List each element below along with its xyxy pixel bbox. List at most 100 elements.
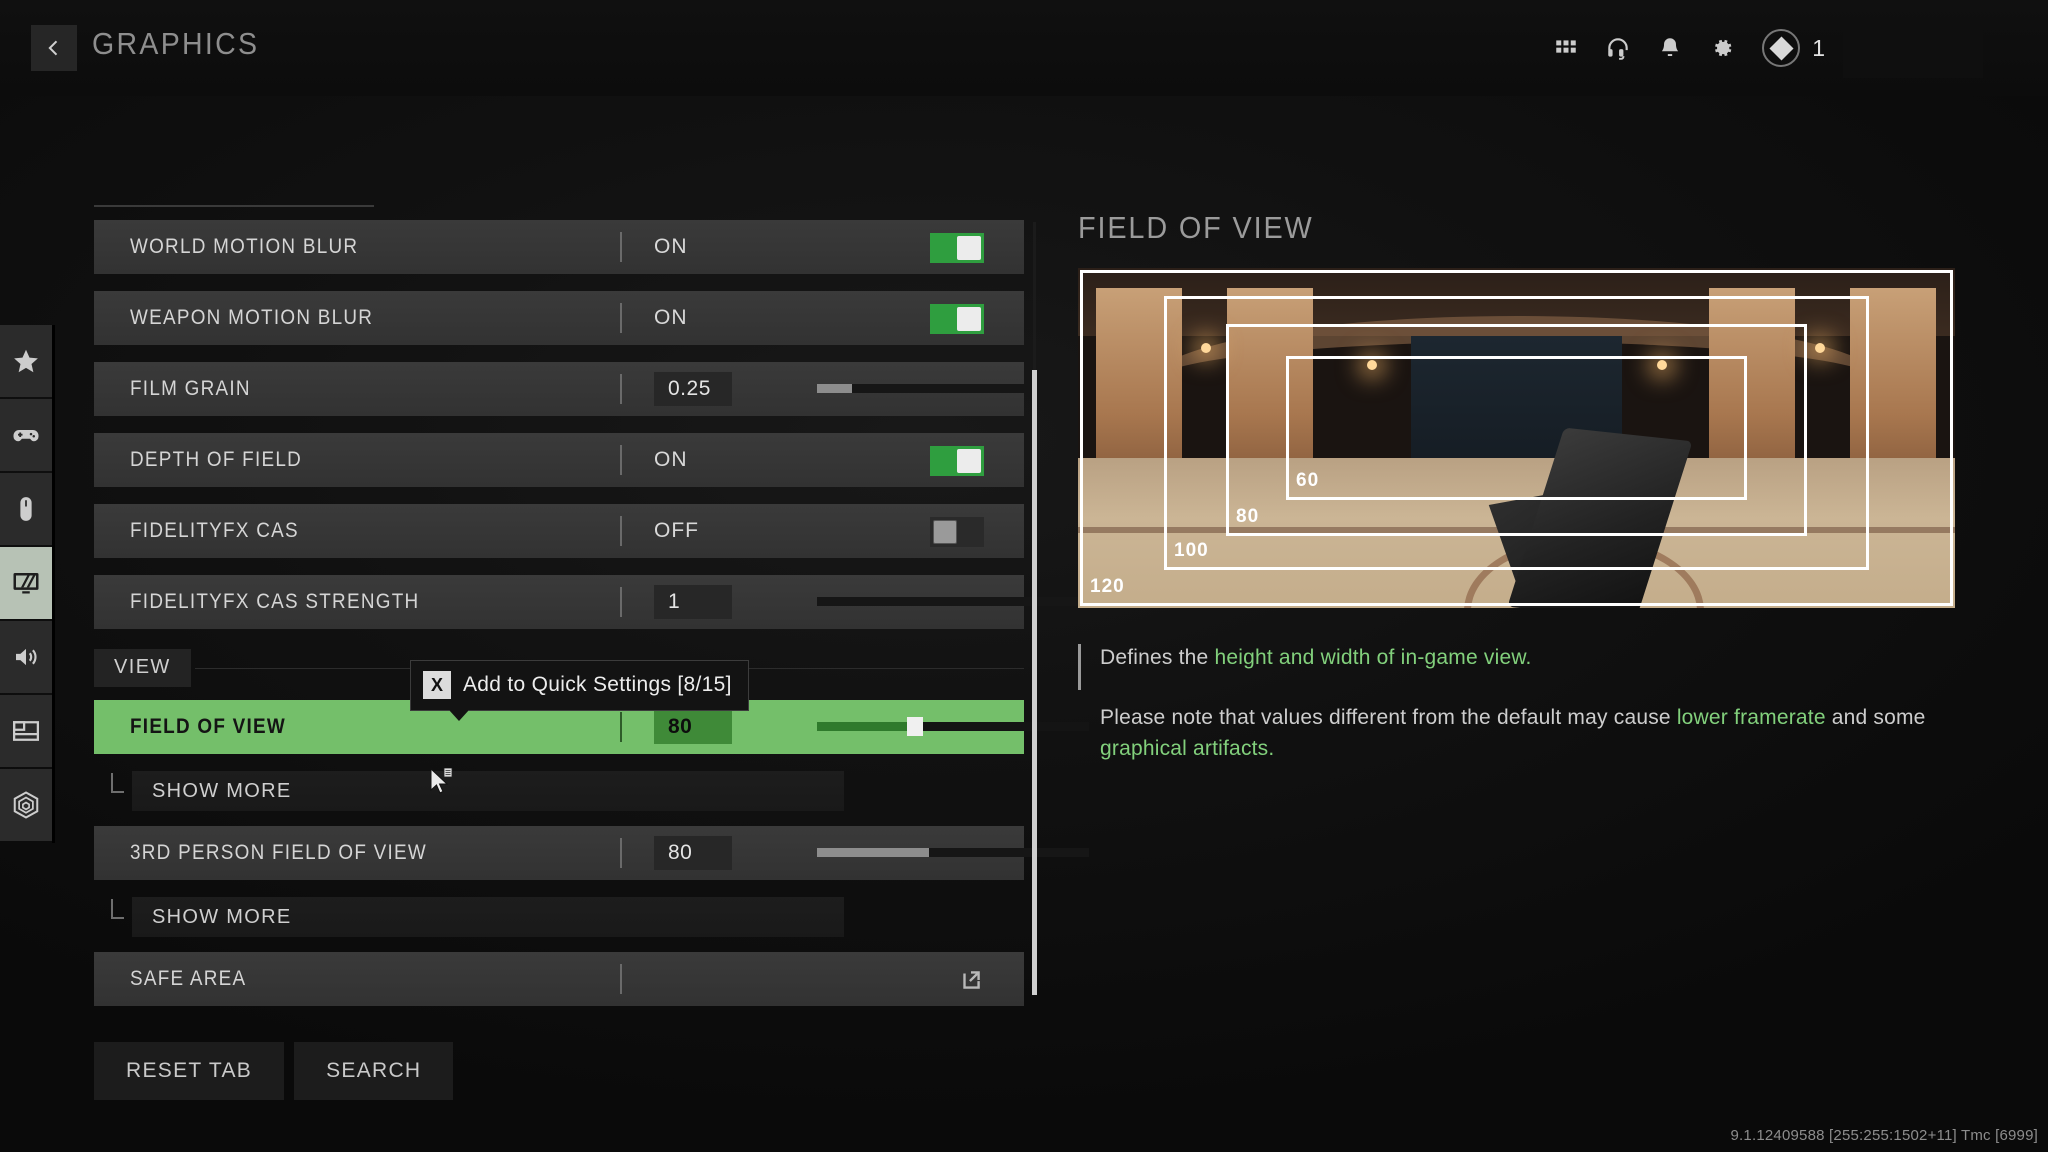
chevron-left-icon bbox=[48, 40, 58, 56]
radar-icon bbox=[13, 791, 39, 819]
gear-icon[interactable] bbox=[1696, 18, 1748, 78]
top-bar: GRAPHICS 1 bbox=[0, 0, 2048, 96]
sidebar-item-interface[interactable] bbox=[0, 695, 52, 767]
row-divider bbox=[620, 303, 622, 333]
sidebar-item-audio[interactable] bbox=[0, 621, 52, 693]
sidebar-item-mouse[interactable] bbox=[0, 473, 52, 545]
key-badge-x: X bbox=[423, 671, 451, 699]
diamond-icon bbox=[1762, 29, 1801, 67]
top-icon-group: 1 bbox=[1540, 18, 1983, 78]
sidebar-edge bbox=[52, 325, 55, 843]
scrollbar-thumb[interactable] bbox=[1032, 370, 1037, 995]
show-more-field-of-view[interactable]: SHOW MORE bbox=[94, 771, 1024, 811]
layout-icon bbox=[13, 721, 39, 741]
tree-elbow-icon bbox=[111, 773, 124, 793]
detail-description: Defines the height and width of in-game … bbox=[1078, 642, 1988, 765]
back-button[interactable] bbox=[31, 25, 77, 71]
tree-elbow-icon bbox=[111, 899, 124, 919]
slider-fidelityfx-cas-strength[interactable] bbox=[817, 597, 1089, 606]
external-link-icon[interactable] bbox=[958, 967, 984, 993]
build-version-text: 9.1.12409588 [255:255:1502+11] Tmc [6999… bbox=[1730, 1127, 2038, 1144]
fov-frame-60: 60 bbox=[1286, 356, 1747, 500]
description-accent-bar bbox=[1078, 644, 1081, 690]
setting-row-weapon-motion-blur[interactable]: WEAPON MOTION BLUR ON bbox=[94, 291, 1024, 345]
setting-row-fidelityfx-cas-strength[interactable]: FIDELITYFX CAS STRENGTH 1 bbox=[94, 575, 1089, 629]
setting-row-depth-of-field[interactable]: DEPTH OF FIELD ON bbox=[94, 433, 1024, 487]
setting-row-fidelityfx-cas[interactable]: FIDELITYFX CAS OFF bbox=[94, 504, 1024, 558]
setting-value: OFF bbox=[654, 519, 699, 542]
bell-icon[interactable] bbox=[1644, 18, 1696, 78]
row-divider bbox=[620, 516, 622, 546]
search-button[interactable]: SEARCH bbox=[294, 1042, 454, 1100]
game-settings-screen: GRAPHICS 1 WORLD MOTION BLUR ON WEAPON M… bbox=[0, 0, 2048, 1152]
fov-label-60: 60 bbox=[1296, 470, 1320, 491]
show-more-3rd-person[interactable]: SHOW MORE bbox=[94, 897, 1024, 937]
setting-value-box[interactable]: 0.25 bbox=[654, 372, 732, 406]
setting-label: FIDELITYFX CAS STRENGTH bbox=[130, 590, 420, 613]
setting-row-3rd-person-field-of-view[interactable]: 3RD PERSON FIELD OF VIEW 80 bbox=[94, 826, 1089, 880]
setting-value-box[interactable]: 1 bbox=[654, 585, 732, 619]
fov-label-100: 100 bbox=[1174, 540, 1209, 561]
row-divider bbox=[620, 587, 622, 617]
sidebar-item-controller[interactable] bbox=[0, 399, 52, 471]
desc-1-highlight: height and width of in-game view. bbox=[1214, 646, 1532, 669]
detail-title: FIELD OF VIEW bbox=[1078, 210, 1314, 245]
list-top-divider bbox=[94, 205, 374, 207]
toggle-depth-of-field[interactable] bbox=[930, 446, 984, 476]
currency-indicator[interactable]: 1 bbox=[1762, 29, 1825, 67]
headset-icon[interactable] bbox=[1592, 18, 1644, 78]
setting-value: ON bbox=[654, 448, 688, 471]
sidebar-item-favorites[interactable] bbox=[0, 325, 52, 397]
desc-2-plain-b: and some bbox=[1825, 705, 1926, 729]
setting-label: FIELD OF VIEW bbox=[130, 715, 287, 738]
toggle-world-motion-blur[interactable] bbox=[930, 233, 984, 263]
desc-2-plain-a: Please note that values different from t… bbox=[1100, 705, 1677, 729]
monitor-icon bbox=[13, 573, 39, 594]
grid-icon[interactable] bbox=[1540, 18, 1592, 78]
setting-label: DEPTH OF FIELD bbox=[130, 448, 303, 471]
speaker-icon bbox=[16, 648, 37, 666]
row-divider bbox=[620, 964, 622, 994]
slider-field-of-view[interactable] bbox=[817, 717, 1089, 736]
setting-value-box[interactable]: 80 bbox=[654, 710, 732, 744]
toggle-fidelityfx-cas[interactable] bbox=[930, 517, 984, 547]
setting-row-safe-area[interactable]: SAFE AREA bbox=[94, 952, 1024, 1006]
setting-row-world-motion-blur[interactable]: WORLD MOTION BLUR ON bbox=[94, 220, 1024, 274]
setting-value-box[interactable]: 80 bbox=[654, 836, 732, 870]
reset-tab-button[interactable]: RESET TAB bbox=[94, 1042, 285, 1100]
sidebar-item-graphics[interactable] bbox=[0, 547, 52, 619]
quick-settings-tooltip: X Add to Quick Settings [8/15] bbox=[410, 660, 749, 721]
slider-film-grain[interactable] bbox=[817, 384, 1089, 393]
section-label: VIEW bbox=[94, 649, 191, 687]
setting-label: 3RD PERSON FIELD OF VIEW bbox=[130, 841, 427, 864]
description-line-2: Please note that values different from t… bbox=[1100, 702, 1988, 765]
desc-1-plain: Defines the bbox=[1100, 646, 1215, 669]
settings-list: WORLD MOTION BLUR ON WEAPON MOTION BLUR … bbox=[94, 205, 1089, 1023]
mouse-cursor-icon bbox=[430, 767, 454, 803]
top-right-placeholder bbox=[1843, 18, 1983, 78]
desc-2-highlight-1: lower framerate bbox=[1676, 705, 1826, 729]
setting-row-film-grain[interactable]: FILM GRAIN 0.25 bbox=[94, 362, 1089, 416]
description-line-1: Defines the height and width of in-game … bbox=[1100, 642, 1988, 674]
row-divider bbox=[620, 712, 622, 742]
setting-label: SAFE AREA bbox=[130, 967, 247, 990]
desc-2-highlight-2: graphical artifacts. bbox=[1100, 737, 1275, 760]
mouse-icon bbox=[20, 497, 32, 521]
sidebar bbox=[0, 325, 55, 843]
bottom-button-bar: RESET TAB SEARCH bbox=[94, 1042, 454, 1100]
tooltip-text: Add to Quick Settings [8/15] bbox=[463, 673, 732, 696]
row-divider bbox=[620, 374, 622, 404]
setting-label: WORLD MOTION BLUR bbox=[130, 235, 359, 258]
show-more-label: SHOW MORE bbox=[152, 905, 292, 928]
sidebar-item-telemetry[interactable] bbox=[0, 769, 52, 841]
row-divider bbox=[620, 838, 622, 868]
fov-preview-image: 120 100 80 60 bbox=[1078, 268, 1955, 608]
show-more-label: SHOW MORE bbox=[152, 779, 292, 802]
setting-label: FIDELITYFX CAS bbox=[130, 519, 299, 542]
toggle-weapon-motion-blur[interactable] bbox=[930, 304, 984, 334]
currency-amount: 1 bbox=[1812, 34, 1825, 61]
detail-panel: FIELD OF VIEW 120 100 80 60 Defines the … bbox=[1078, 210, 1988, 765]
slider-3rd-person-field-of-view[interactable] bbox=[817, 848, 1089, 857]
setting-value: ON bbox=[654, 235, 688, 258]
setting-value: ON bbox=[654, 306, 688, 329]
